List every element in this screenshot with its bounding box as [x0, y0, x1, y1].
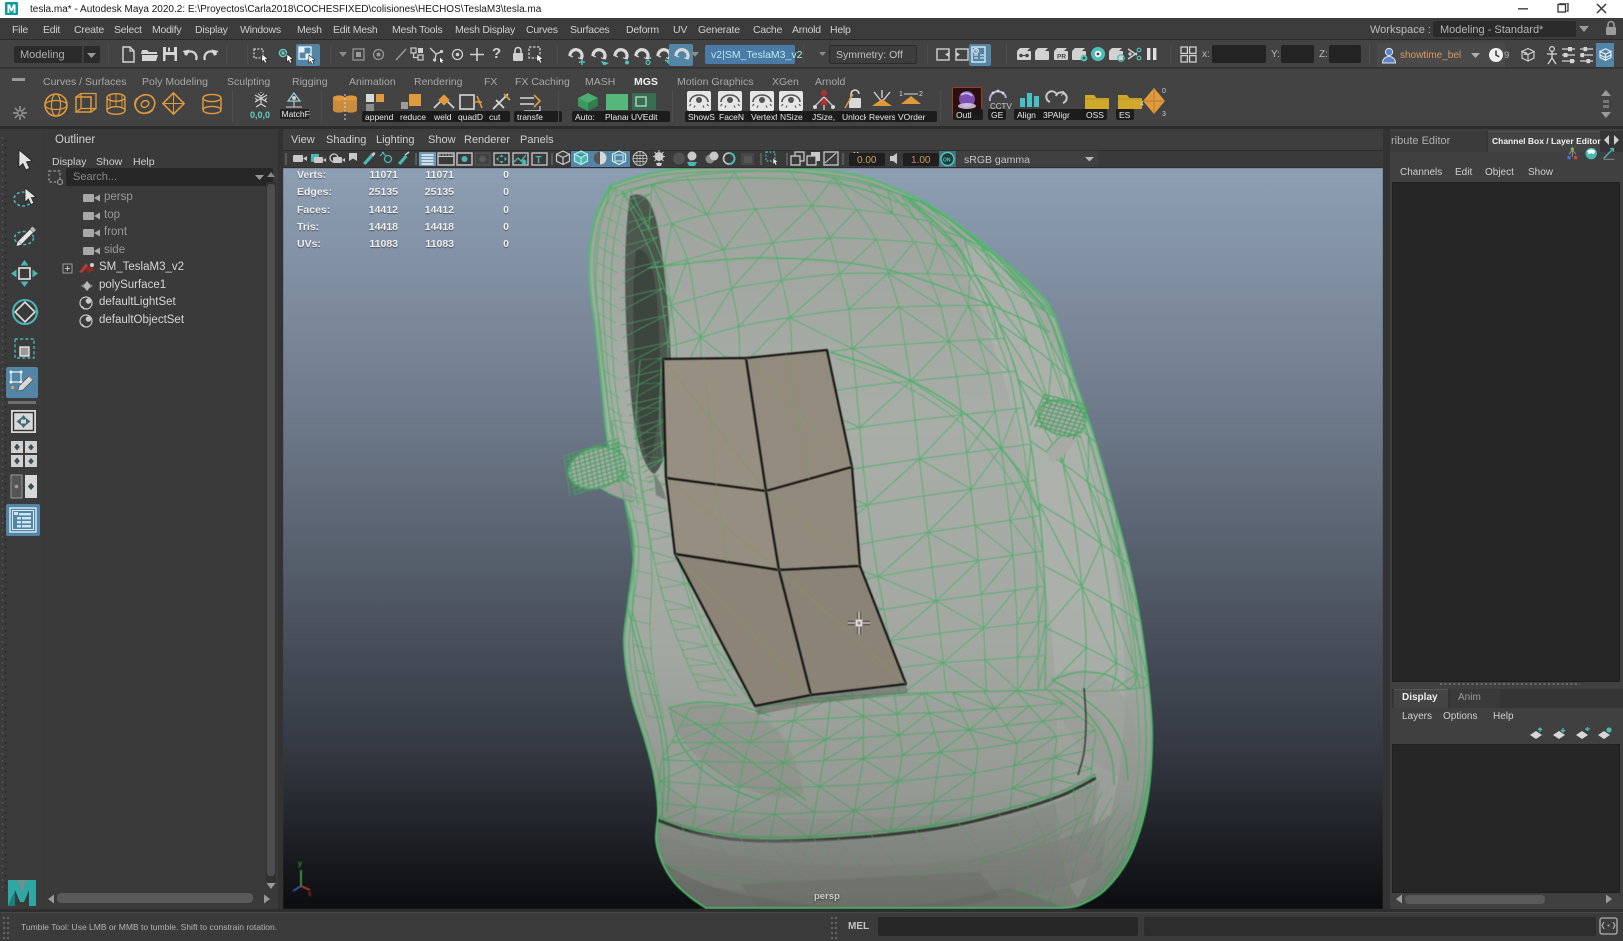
svg-text:3: 3: [1162, 111, 1166, 118]
svg-text:y: y: [298, 859, 302, 868]
svg-text:T: T: [536, 155, 542, 166]
svg-text:0: 0: [1162, 88, 1166, 95]
svg-text:MatchF: MatchF: [282, 109, 310, 119]
svg-text:4: 4: [1140, 101, 1144, 108]
svg-text:0.00: 0.00: [857, 155, 877, 166]
svg-text:2: 2: [919, 91, 923, 98]
svg-text:ON: ON: [943, 158, 951, 164]
svg-text:A: A: [1061, 91, 1066, 98]
svg-text:0,0,0: 0,0,0: [250, 110, 270, 120]
svg-text:sRGB gamma: sRGB gamma: [964, 154, 1030, 166]
svg-text:PR: PR: [1057, 54, 1066, 61]
svg-text:1: 1: [899, 91, 903, 98]
svg-text:x: x: [308, 891, 312, 898]
svg-text:1.00: 1.00: [911, 155, 931, 166]
